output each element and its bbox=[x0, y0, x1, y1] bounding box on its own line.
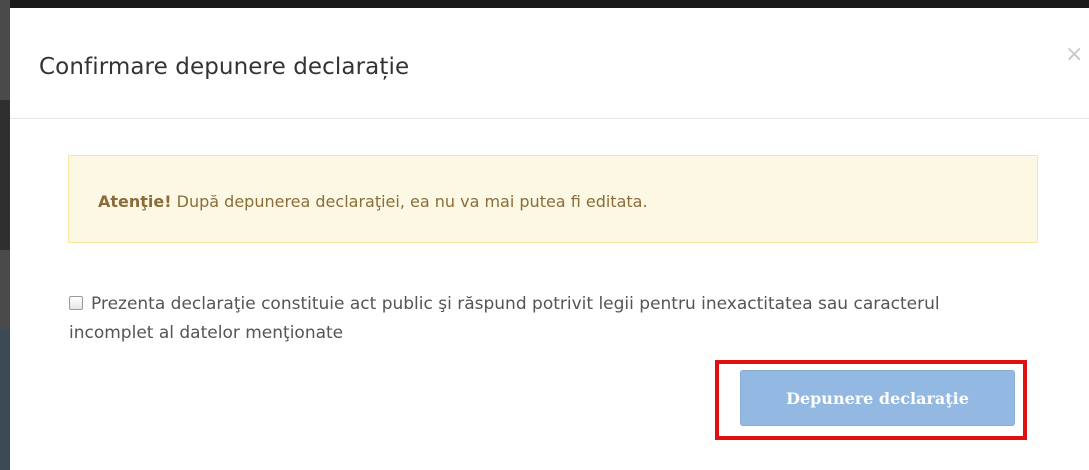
dialog-title: Confirmare depunere declarație bbox=[39, 54, 410, 80]
confirmation-checkbox-row[interactable]: Prezenta declaraţie constituie act publi… bbox=[69, 290, 1029, 348]
warning-message: După depunerea declaraţiei, ea nu va mai… bbox=[171, 192, 648, 211]
background-top-edge bbox=[0, 0, 1089, 8]
warning-text: Atenţie! După depunerea declaraţiei, ea … bbox=[98, 192, 648, 211]
background-segment bbox=[0, 330, 10, 470]
warning-alert: Atenţie! După depunerea declaraţiei, ea … bbox=[68, 155, 1038, 243]
submit-declaration-button[interactable]: Depunere declaraţie bbox=[740, 370, 1015, 426]
background-segment bbox=[0, 100, 10, 250]
confirmation-checkbox-label[interactable]: Prezenta declaraţie constituie act publi… bbox=[69, 294, 940, 343]
close-icon[interactable]: × bbox=[1065, 44, 1083, 66]
dialog-header: Confirmare depunere declarație × bbox=[10, 8, 1089, 119]
warning-strong: Atenţie! bbox=[98, 192, 172, 211]
background-left-edge bbox=[0, 0, 10, 470]
confirm-dialog: Confirmare depunere declarație × Atenţie… bbox=[10, 8, 1089, 470]
confirmation-checkbox[interactable] bbox=[69, 296, 83, 310]
